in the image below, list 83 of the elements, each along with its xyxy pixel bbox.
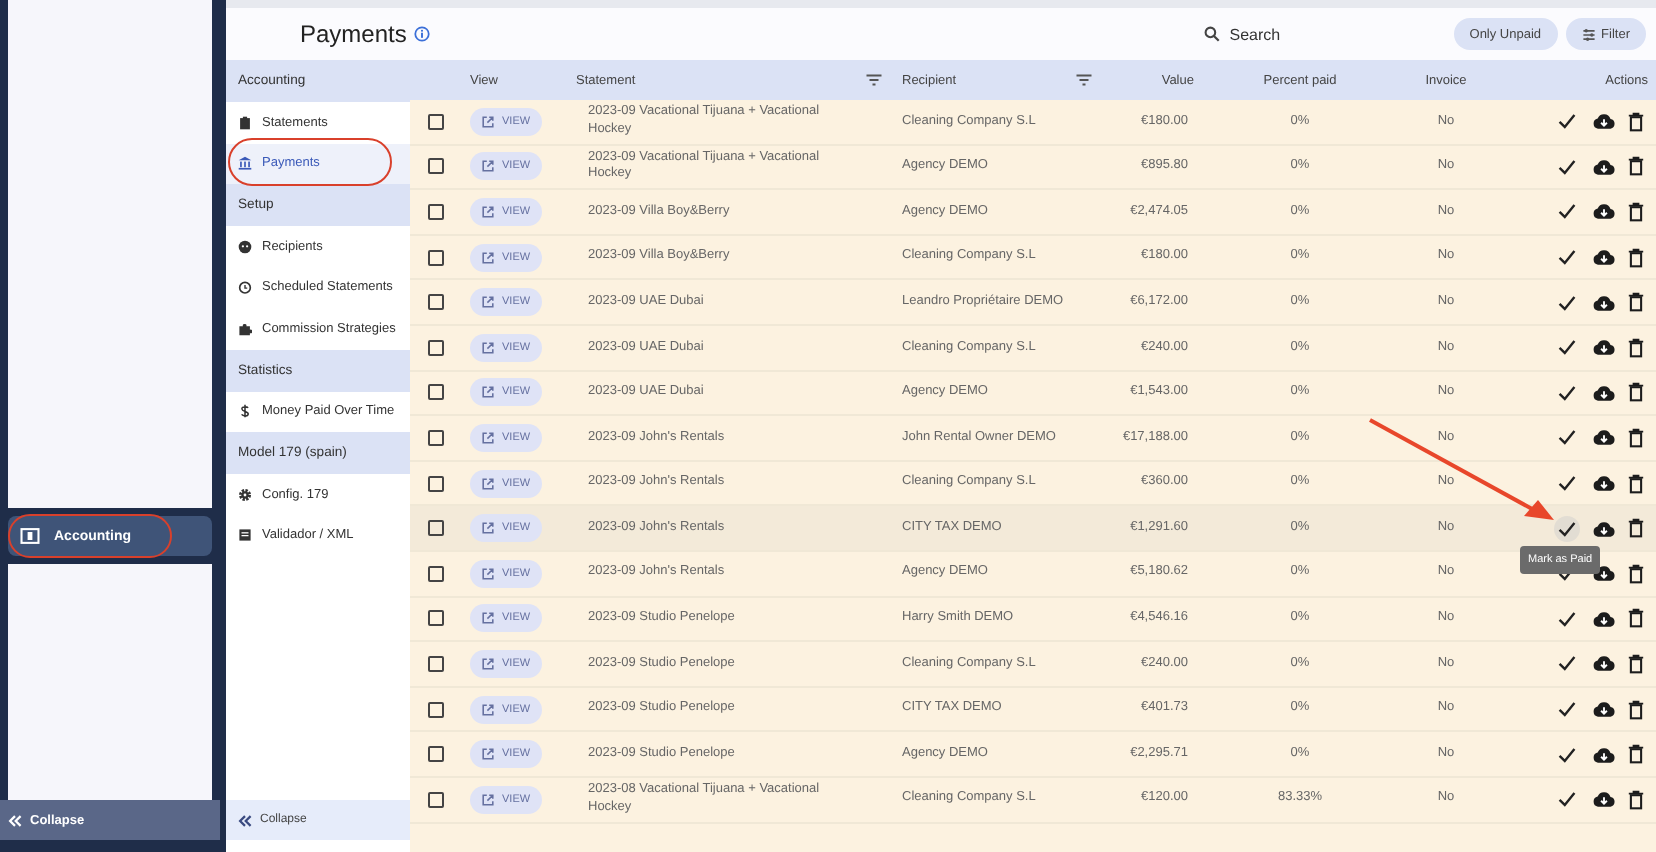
checkbox[interactable]: [428, 339, 444, 356]
open-external-icon: [482, 477, 494, 490]
trash-icon[interactable]: [1628, 337, 1644, 358]
cloud-download-icon[interactable]: [1592, 700, 1616, 719]
bank-icon: [238, 156, 252, 171]
checkbox[interactable]: [428, 610, 444, 627]
trash-icon[interactable]: [1628, 608, 1644, 629]
trash-icon[interactable]: [1628, 201, 1644, 222]
trash-icon[interactable]: [1628, 247, 1644, 268]
info-icon[interactable]: [414, 26, 431, 42]
cloud-download-icon[interactable]: [1592, 790, 1616, 809]
open-external-icon: [482, 657, 494, 670]
checkmark-icon[interactable]: [1554, 515, 1580, 542]
page-title: Payments: [300, 20, 407, 48]
cloud-download-icon[interactable]: [1592, 609, 1616, 628]
open-external-icon: [482, 612, 494, 625]
cloud-download-icon[interactable]: [1592, 157, 1616, 176]
open-external-icon: [482, 748, 494, 761]
search-field[interactable]: Search: [1229, 25, 1410, 43]
open-external-icon: [482, 567, 494, 580]
trash-icon[interactable]: [1628, 427, 1644, 448]
trash-icon[interactable]: [1628, 382, 1644, 403]
trash-icon[interactable]: [1628, 744, 1644, 765]
checkbox[interactable]: [428, 565, 444, 582]
trash-icon[interactable]: [1628, 789, 1644, 810]
open-external-icon: [482, 296, 494, 309]
open-external-icon: [482, 341, 494, 354]
checkbox[interactable]: [428, 429, 444, 446]
search-icon: [1203, 26, 1220, 42]
cloud-download-icon[interactable]: [1592, 428, 1616, 447]
double-chevron-icon: [8, 813, 22, 827]
trash-icon[interactable]: [1628, 292, 1644, 313]
filter-icon[interactable]: [866, 74, 882, 86]
filter-icon[interactable]: [1076, 74, 1092, 86]
open-external-icon: [482, 703, 494, 716]
open-external-icon: [482, 115, 494, 128]
cloud-download-icon[interactable]: [1592, 248, 1616, 267]
cloud-download-icon[interactable]: [1592, 202, 1616, 221]
checkbox[interactable]: [428, 701, 444, 718]
cloud-download-icon[interactable]: [1592, 293, 1616, 312]
checkbox[interactable]: [428, 158, 444, 175]
checkbox[interactable]: [428, 384, 444, 401]
double-chevron-icon: [238, 813, 252, 827]
trash-icon[interactable]: [1628, 563, 1644, 584]
checkbox[interactable]: [428, 520, 444, 537]
open-external-icon: [482, 251, 494, 264]
checkbox[interactable]: [428, 791, 444, 808]
cloud-download-icon[interactable]: [1592, 112, 1616, 131]
open-external-icon: [482, 522, 494, 535]
open-external-icon: [482, 160, 494, 173]
checkbox[interactable]: [428, 113, 444, 130]
checkbox[interactable]: [428, 249, 444, 266]
checkbox[interactable]: [428, 475, 444, 492]
cloud-download-icon[interactable]: [1592, 383, 1616, 402]
trash-icon[interactable]: [1628, 156, 1644, 177]
open-external-icon: [482, 793, 494, 806]
cloud-download-icon[interactable]: [1592, 654, 1616, 673]
cloud-download-icon[interactable]: [1592, 745, 1616, 764]
doc-icon: [238, 528, 252, 543]
clock-icon: [238, 280, 252, 295]
face-icon: [238, 239, 252, 254]
trash-icon[interactable]: [1628, 699, 1644, 720]
dollar-icon: [238, 404, 252, 419]
trash-icon[interactable]: [1628, 111, 1644, 132]
checkbox[interactable]: [428, 203, 444, 220]
checkbox[interactable]: [428, 294, 444, 311]
open-external-icon: [482, 205, 494, 218]
cloud-download-icon[interactable]: [1592, 474, 1616, 493]
filter-icon: [1581, 27, 1596, 41]
cloud-download-icon[interactable]: [1592, 338, 1616, 357]
cloud-download-icon[interactable]: [1592, 519, 1616, 538]
open-external-icon: [482, 431, 494, 444]
gear-icon: [238, 487, 252, 502]
trash-icon[interactable]: [1628, 518, 1644, 539]
cloud-download-icon[interactable]: [1592, 564, 1616, 583]
checkbox[interactable]: [428, 655, 444, 672]
trash-icon[interactable]: [1628, 473, 1644, 494]
trash-icon[interactable]: [1628, 653, 1644, 674]
banknote-icon: [20, 528, 40, 544]
checkbox[interactable]: [428, 746, 444, 763]
open-external-icon: [482, 386, 494, 399]
clipboard-icon: [238, 115, 252, 130]
puzzle-icon: [238, 321, 252, 336]
